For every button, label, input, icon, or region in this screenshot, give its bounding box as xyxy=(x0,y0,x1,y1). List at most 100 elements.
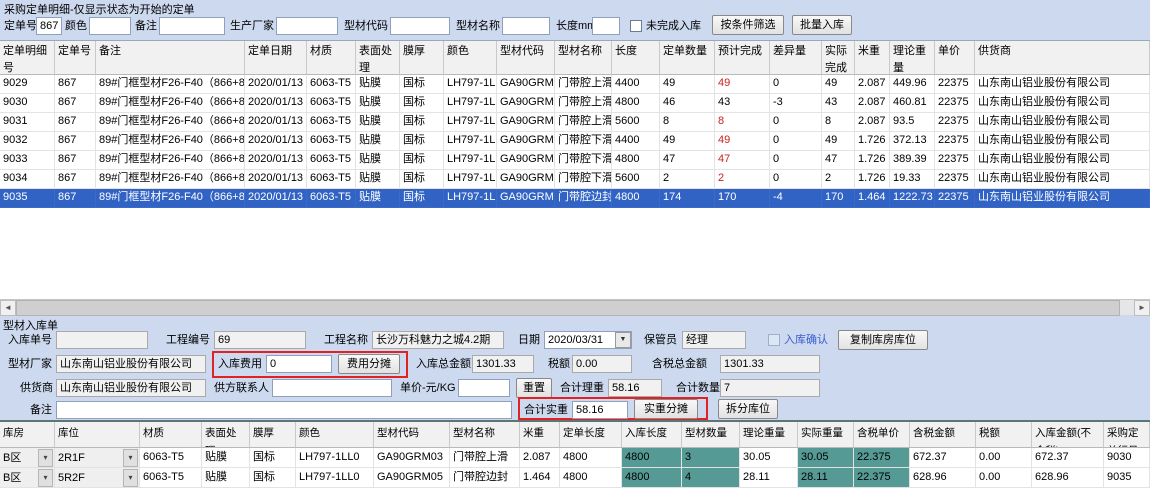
table-row[interactable]: B区▾2R1F▾6063-T5贴膜国标LH797-1LL0GA90GRM03门带… xyxy=(0,448,1150,468)
column-header[interactable]: 定单号 xyxy=(55,41,96,75)
column-header[interactable]: 理论重量 xyxy=(890,41,935,75)
inbound-fee-input[interactable]: 0 xyxy=(266,355,332,373)
column-header[interactable]: 入库长度 xyxy=(622,422,682,448)
inbound-confirm-checkbox[interactable] xyxy=(768,334,780,346)
chevron-down-icon[interactable]: ▾ xyxy=(38,469,53,487)
column-header[interactable]: 实际完成 xyxy=(822,41,855,75)
filter-by-condition-button[interactable]: 按条件筛选 xyxy=(712,15,784,35)
column-header[interactable]: 材质 xyxy=(307,41,356,75)
total-qty-input[interactable]: 7 xyxy=(720,379,820,397)
total-amount-input[interactable]: 1301.33 xyxy=(472,355,534,373)
chevron-down-icon[interactable]: ▾ xyxy=(123,469,138,487)
supplier-contact-input[interactable] xyxy=(272,379,392,397)
column-header[interactable]: 膜厚 xyxy=(400,41,444,75)
table-row[interactable]: 902986789#门框型材F26-F40（866+867）2020/01/13… xyxy=(0,75,1150,94)
column-header[interactable]: 入库金额(不含税) xyxy=(1032,422,1104,448)
column-header[interactable]: 实际重量 xyxy=(798,422,854,448)
table-row[interactable]: 903386789#门框型材F26-F40（866+867）2020/01/13… xyxy=(0,151,1150,170)
date-picker-icon[interactable]: ▼ xyxy=(615,332,631,348)
column-header[interactable]: 型材名称 xyxy=(555,41,612,75)
column-header[interactable]: 定单明细号 xyxy=(0,41,55,75)
cell: 贴膜 xyxy=(356,94,400,113)
table-row[interactable]: 903486789#门框型材F26-F40（866+867）2020/01/13… xyxy=(0,170,1150,189)
tax-input[interactable]: 0.00 xyxy=(572,355,632,373)
column-header[interactable]: 表面处理 xyxy=(202,422,250,448)
order-no-input[interactable]: 867 xyxy=(36,17,62,35)
chevron-down-icon[interactable]: ▾ xyxy=(123,449,138,467)
column-header[interactable]: 税额 xyxy=(976,422,1032,448)
chevron-down-icon[interactable]: ▾ xyxy=(38,449,53,467)
batch-inbound-button[interactable]: 批量入库 xyxy=(792,15,852,35)
warehouse-combo[interactable]: B区▾ xyxy=(0,448,55,468)
cell: 4800 xyxy=(612,151,660,170)
column-header[interactable]: 型材代码 xyxy=(374,422,450,448)
fee-allocate-button[interactable]: 费用分摊 xyxy=(338,354,400,374)
column-header[interactable]: 型材代码 xyxy=(497,41,555,75)
manufacturer-input[interactable] xyxy=(276,17,338,35)
remark-filter-input[interactable] xyxy=(159,17,225,35)
cell: 6063-T5 xyxy=(307,170,356,189)
column-header[interactable]: 型材数量 xyxy=(682,422,740,448)
cell: 867 xyxy=(55,75,96,94)
column-header[interactable]: 颜色 xyxy=(296,422,374,448)
column-header[interactable]: 差异量 xyxy=(770,41,822,75)
receipt-no-input[interactable] xyxy=(56,331,148,349)
column-header[interactable]: 膜厚 xyxy=(250,422,296,448)
color-filter-input[interactable] xyxy=(89,17,131,35)
cell: 门带腔边封 xyxy=(555,189,612,208)
project-no-input[interactable]: 69 xyxy=(214,331,306,349)
column-header[interactable]: 库房 xyxy=(0,422,55,448)
warehouse-combo[interactable]: B区▾ xyxy=(0,468,55,488)
column-header[interactable]: 含税单价 xyxy=(854,422,910,448)
length-filter-input[interactable] xyxy=(592,17,620,35)
tax-total-input[interactable]: 1301.33 xyxy=(720,355,820,373)
total-theory-weight-input[interactable]: 58.16 xyxy=(608,379,662,397)
table-row[interactable]: 903286789#门框型材F26-F40（866+867）2020/01/13… xyxy=(0,132,1150,151)
column-header[interactable]: 定单数量 xyxy=(660,41,715,75)
table-header-row: 库房库位材质表面处理膜厚颜色型材代码型材名称米重定单长度入库长度型材数量理论重量… xyxy=(0,422,1150,448)
column-header[interactable]: 材质 xyxy=(140,422,202,448)
column-header[interactable]: 含税金额 xyxy=(910,422,976,448)
copy-warehouse-location-button[interactable]: 复制库房库位 xyxy=(838,330,928,350)
scroll-left-icon[interactable]: ◄ xyxy=(0,300,16,316)
table-row[interactable]: B区▾5R2F▾6063-T5贴膜国标LH797-1LL0GA90GRM05门带… xyxy=(0,468,1150,488)
horizontal-scrollbar[interactable]: ◄ ► xyxy=(0,299,1150,315)
scroll-right-icon[interactable]: ► xyxy=(1134,300,1150,316)
column-header[interactable]: 定单日期 xyxy=(245,41,307,75)
factory-input[interactable]: 山东南山铝业股份有限公司 xyxy=(56,355,206,373)
column-header[interactable]: 表面处理 xyxy=(356,41,400,75)
location-combo[interactable]: 2R1F▾ xyxy=(55,448,140,468)
column-header[interactable]: 预计完成 xyxy=(715,41,770,75)
table-row[interactable]: 903086789#门框型材F26-F40（866+867）2020/01/13… xyxy=(0,94,1150,113)
profile-code-filter-input[interactable] xyxy=(390,17,450,35)
inbound-remark-input[interactable] xyxy=(56,401,512,419)
column-header[interactable]: 采购定单行号 xyxy=(1104,422,1150,448)
table-row[interactable]: 903586789#门框型材F26-F40（866+867）2020/01/13… xyxy=(0,189,1150,208)
unit-price-input[interactable] xyxy=(458,379,510,397)
project-name-input[interactable]: 长沙万科魅力之城4.2期 xyxy=(372,331,504,349)
column-header[interactable]: 理论重量 xyxy=(740,422,798,448)
split-location-button[interactable]: 拆分库位 xyxy=(718,399,778,419)
column-header[interactable]: 供货商 xyxy=(975,41,1150,75)
column-header[interactable]: 定单长度 xyxy=(560,422,622,448)
column-header[interactable]: 颜色 xyxy=(444,41,497,75)
reset-button[interactable]: 重置 xyxy=(516,378,552,398)
column-header[interactable]: 型材名称 xyxy=(450,422,520,448)
column-header[interactable]: 米重 xyxy=(855,41,890,75)
column-header[interactable]: 库位 xyxy=(55,422,140,448)
supplier-input[interactable]: 山东南山铝业股份有限公司 xyxy=(56,379,206,397)
profile-name-filter-input[interactable] xyxy=(502,17,550,35)
scrollbar-thumb[interactable] xyxy=(16,300,1120,316)
cell: LH797-1LL0 xyxy=(296,468,374,488)
actual-weight-allocate-button[interactable]: 实重分摊 xyxy=(634,399,698,419)
cell: GA90GRM03 xyxy=(497,94,555,113)
total-actual-weight-input[interactable]: 58.16 xyxy=(572,401,628,419)
keeper-input[interactable]: 经理 xyxy=(682,331,746,349)
column-header[interactable]: 单价 xyxy=(935,41,975,75)
column-header[interactable]: 备注 xyxy=(96,41,245,75)
column-header[interactable]: 米重 xyxy=(520,422,560,448)
unfinished-inbound-checkbox[interactable] xyxy=(630,20,642,32)
table-row[interactable]: 903186789#门框型材F26-F40（866+867）2020/01/13… xyxy=(0,113,1150,132)
column-header[interactable]: 长度 xyxy=(612,41,660,75)
location-combo[interactable]: 5R2F▾ xyxy=(55,468,140,488)
